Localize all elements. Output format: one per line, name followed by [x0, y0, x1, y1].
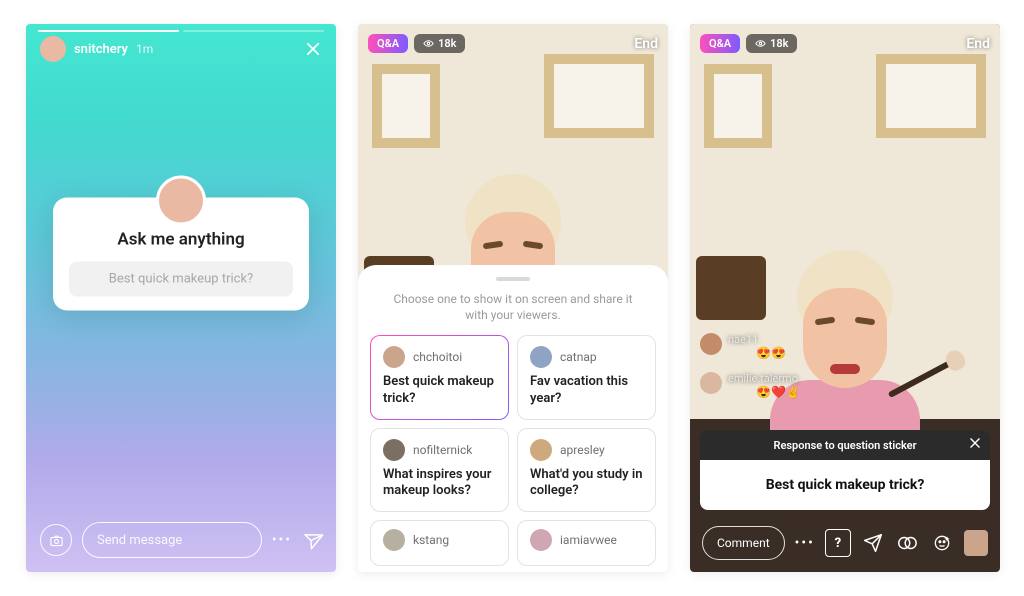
story-question-screen: snitchery 1m Ask me anything Best quick … [26, 24, 336, 572]
chat-message[interactable]: nae11 😍😍 [700, 328, 801, 359]
live-answer-screen: Q&A 18k End nae11 😍😍 emilie.talermo 😍❤️✌… [690, 24, 1000, 572]
media-thumbnail[interactable] [964, 530, 988, 556]
story-username[interactable]: snitchery [74, 42, 128, 57]
avatar [700, 372, 722, 394]
question-text: Best quick makeup trick? [383, 374, 496, 407]
question-card[interactable]: chchoitoi Best quick makeup trick? [370, 335, 509, 420]
avatar [383, 346, 405, 368]
live-qa-picker-screen: Q&A 18k End Choose one to show it on scr… [358, 24, 668, 572]
response-text: Best quick makeup trick? [766, 477, 925, 493]
end-button[interactable]: End [634, 36, 658, 52]
response-sticker-header: Response to question sticker [700, 430, 990, 460]
avatar [530, 439, 552, 461]
close-icon[interactable] [304, 40, 322, 58]
question-text: Fav vacation this year? [530, 374, 643, 407]
avatar [156, 176, 206, 226]
question-card[interactable]: kstang [370, 520, 509, 566]
qa-badge: Q&A [368, 34, 408, 53]
chat-reaction: 😍❤️✌️ [756, 386, 801, 398]
chat-reaction: 😍😍 [756, 347, 786, 359]
avatar [700, 333, 722, 355]
avatar [383, 439, 405, 461]
live-header: Q&A 18k End [368, 34, 658, 53]
question-user: catnap [560, 350, 597, 364]
question-card[interactable]: apresley What'd you study in college? [517, 428, 656, 513]
chat-message[interactable]: emilie.talermo 😍❤️✌️ [700, 367, 801, 398]
qa-badge: Q&A [700, 34, 740, 53]
chat-username: nae11 [728, 333, 758, 346]
story-footer: Send message ••• [26, 522, 336, 558]
comment-input[interactable]: Comment [702, 526, 785, 560]
send-icon[interactable] [299, 527, 325, 553]
message-input[interactable]: Send message [82, 522, 262, 558]
question-user: chchoitoi [413, 350, 462, 364]
live-footer: Comment ••• ? [690, 526, 1000, 560]
live-chat: nae11 😍😍 emilie.talermo 😍❤️✌️ [700, 328, 801, 398]
question-user: apresley [560, 443, 605, 457]
face-filter-icon[interactable] [895, 530, 919, 556]
question-text: What inspires your makeup looks? [383, 467, 496, 500]
question-card[interactable]: catnap Fav vacation this year? [517, 335, 656, 420]
avatar [530, 346, 552, 368]
response-label: Response to question sticker [773, 439, 916, 452]
story-header: snitchery 1m [26, 24, 336, 74]
end-button[interactable]: End [966, 36, 990, 52]
question-sticker-title: Ask me anything [69, 230, 293, 250]
avatar [530, 529, 552, 551]
send-icon[interactable] [861, 530, 885, 556]
more-icon[interactable]: ••• [272, 532, 292, 548]
question-picker-sheet[interactable]: Choose one to show it on screen and shar… [358, 265, 668, 572]
avatar[interactable] [40, 36, 66, 62]
effect-icon[interactable] [930, 530, 954, 556]
viewer-count: 18k [438, 38, 456, 49]
chat-username: emilie.talermo [728, 372, 798, 385]
question-user: nofilternick [413, 443, 472, 457]
question-card[interactable]: iamiavwee [517, 520, 656, 566]
live-header: Q&A 18k End [700, 34, 990, 53]
more-icon[interactable]: ••• [795, 535, 815, 551]
story-time: 1m [136, 42, 153, 56]
avatar [383, 529, 405, 551]
question-text: What'd you study in college? [530, 467, 643, 500]
question-sticker-input[interactable]: Best quick makeup trick? [69, 262, 293, 297]
question-list: chchoitoi Best quick makeup trick? catna… [368, 335, 658, 566]
question-user: iamiavwee [560, 533, 617, 547]
sheet-hint: Choose one to show it on screen and shar… [368, 291, 658, 323]
close-icon[interactable] [968, 436, 982, 450]
question-sticker[interactable]: Ask me anything Best quick makeup trick? [53, 198, 309, 311]
question-user: kstang [413, 533, 449, 547]
sheet-grab-handle[interactable] [496, 277, 530, 281]
viewer-badge: 18k [746, 34, 797, 53]
viewer-badge: 18k [414, 34, 465, 53]
question-icon[interactable]: ? [825, 529, 851, 557]
question-card[interactable]: nofilternick What inspires your makeup l… [370, 428, 509, 513]
response-sticker-body[interactable]: Best quick makeup trick? [700, 460, 990, 510]
viewer-count: 18k [770, 38, 788, 49]
camera-icon[interactable] [40, 524, 72, 556]
